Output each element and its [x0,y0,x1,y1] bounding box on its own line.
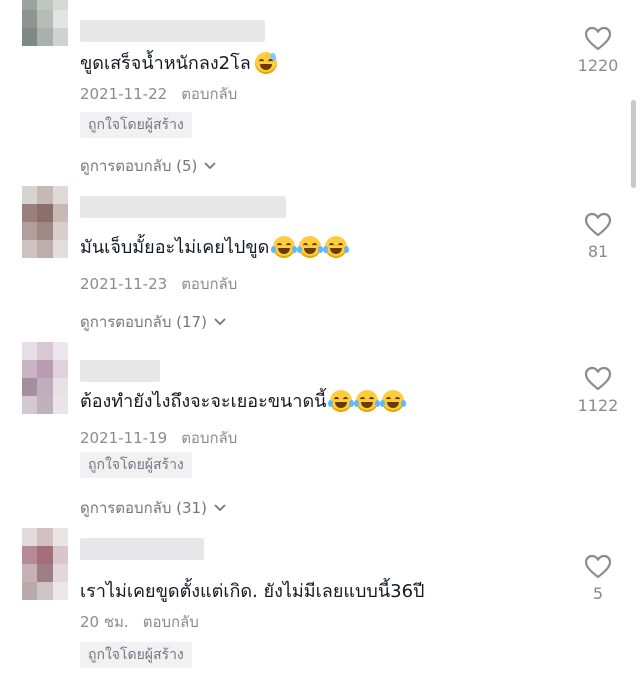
heart-outline-icon [584,366,612,391]
avatar[interactable] [22,186,68,258]
heart-outline-icon [584,212,612,237]
heart-outline-icon [584,554,612,579]
like-button[interactable]: 1122 [570,366,626,415]
view-replies-button[interactable]: ดูการตอบกลับ (17) [80,310,227,334]
username-redacted[interactable] [80,538,204,560]
like-count: 81 [587,242,609,261]
tears-of-joy-emoji-icon [328,389,355,412]
comment-meta: 20 ชม. ตอบกลับ [80,610,199,634]
chevron-down-icon [204,162,217,170]
avatar[interactable] [22,528,68,600]
username-redacted[interactable] [80,196,286,218]
username-redacted[interactable] [80,360,160,382]
comment-meta: 2021-11-22 ตอบกลับ [80,82,237,106]
tears-of-joy-emoji-icon [323,235,350,258]
liked-by-creator-badge: ถูกใจโดยผู้สร้าง [80,112,192,138]
comment-date: 2021-11-22 [80,85,168,103]
chevron-down-icon [214,504,226,512]
comment-text: เราไม่เคยขูดตั้งแต่เกิด. ยังไม่มีเลยแบบน… [80,581,425,602]
tears-of-joy-emoji-icon [271,235,298,258]
like-button[interactable]: 5 [570,554,626,603]
comment-date: 2021-11-19 [80,429,168,447]
liked-by-creator-badge: ถูกใจโดยผู้สร้าง [80,642,192,668]
view-replies-label: ดูการตอบกลับ (5) [80,157,198,175]
chevron-down-icon [214,318,226,326]
view-replies-label: ดูการตอบกลับ (31) [80,499,207,517]
tears-of-joy-emoji-icon [354,389,381,412]
like-count: 5 [592,584,604,603]
reply-button[interactable]: ตอบกลับ [181,275,237,293]
avatar[interactable] [22,342,68,414]
heart-outline-icon [584,26,612,51]
avatar[interactable] [22,0,68,46]
like-count: 1220 [577,56,619,75]
view-replies-label: ดูการตอบกลับ (17) [80,313,207,331]
scrollbar[interactable] [631,100,636,188]
comment-meta: 2021-11-19 ตอบกลับ [80,426,237,450]
comment-text: มันเจ็บมั้ยอะไม่เคยไปขูด [80,232,350,261]
sweat-smile-emoji-icon [254,51,277,74]
comment-date: 20 ชม. [80,613,129,631]
liked-by-creator-badge: ถูกใจโดยผู้สร้าง [80,452,192,478]
tears-of-joy-emoji-icon [380,389,407,412]
reply-button[interactable]: ตอบกลับ [143,613,199,631]
like-button[interactable]: 81 [570,212,626,261]
comment-text: ขูดเสร็จน้ำหนักลง2โล [80,48,277,77]
tears-of-joy-emoji-icon [297,235,324,258]
view-replies-button[interactable]: ดูการตอบกลับ (31) [80,496,227,520]
reply-button[interactable]: ตอบกลับ [181,429,237,447]
username-redacted[interactable] [80,20,265,42]
comment-text: ต้องทำยังไงถึงจะจะเยอะขนาดนี้ [80,386,407,415]
like-count: 1122 [577,396,619,415]
view-replies-button[interactable]: ดูการตอบกลับ (5) [80,154,217,178]
like-button[interactable]: 1220 [570,26,626,75]
comment-meta: 2021-11-23 ตอบกลับ [80,272,237,296]
comment-date: 2021-11-23 [80,275,168,293]
reply-button[interactable]: ตอบกลับ [181,85,237,103]
